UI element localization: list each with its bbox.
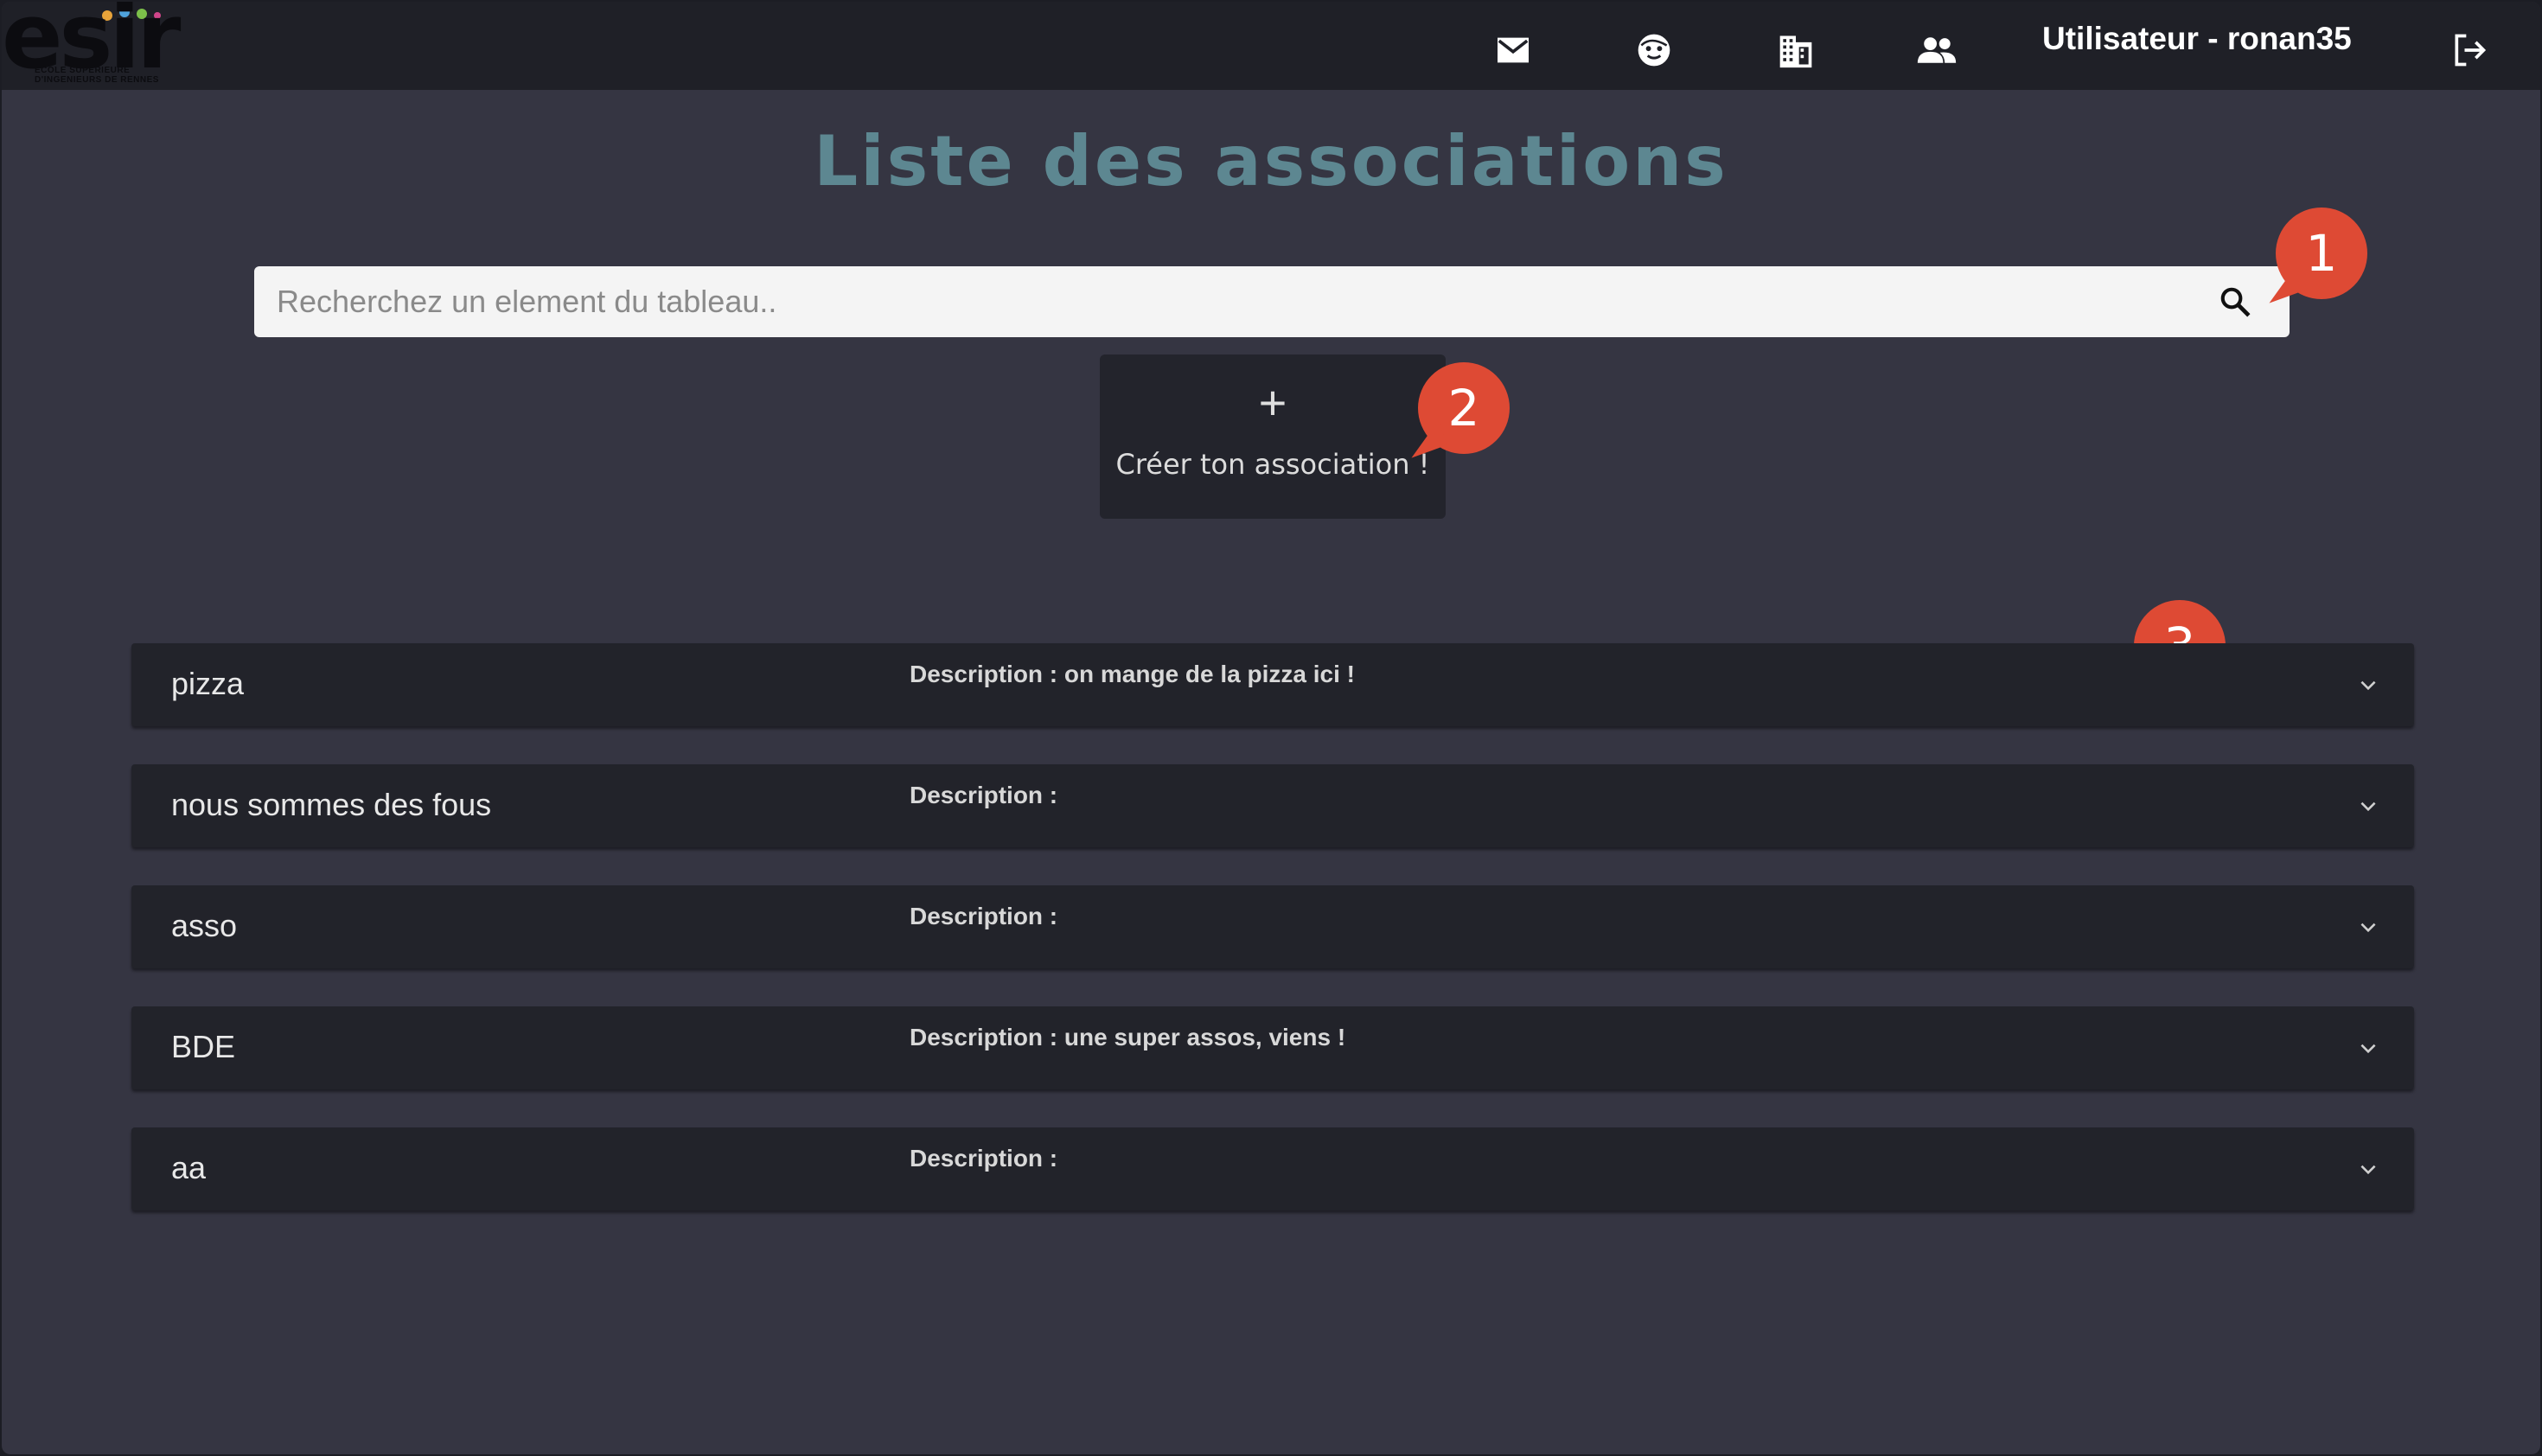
app-window: esir ECOLE SUPERIEURE D'INGENIEURS DE RE… — [2, 2, 2540, 1454]
association-description: Description : — [910, 903, 1058, 929]
page-title: Liste des associations — [814, 121, 1728, 201]
callout-badge-1: 1 — [2276, 208, 2367, 299]
search-bar — [254, 266, 2290, 337]
esir-logo[interactable]: esir ECOLE SUPERIEURE D'INGENIEURS DE RE… — [2, 2, 188, 88]
association-row-aa[interactable]: aa Description : — [131, 1127, 2414, 1210]
plus-icon: + — [1258, 375, 1287, 430]
chevron-down-icon[interactable] — [2357, 1159, 2379, 1181]
create-association-label: Créer ton association ! — [1115, 448, 1430, 481]
association-name: BDE — [171, 1029, 236, 1064]
association-row-pizza[interactable]: pizza Description : on mange de la pizza… — [131, 643, 2414, 726]
association-description: Description : une super assos, viens ! — [910, 1024, 1346, 1050]
building-icon[interactable] — [1772, 26, 1820, 74]
search-input[interactable] — [254, 266, 2191, 337]
face-icon[interactable] — [1630, 26, 1678, 74]
mail-icon[interactable] — [1489, 26, 1537, 74]
logo-subtitle: ECOLE SUPERIEURE D'INGENIEURS DE RENNES — [35, 66, 159, 85]
association-name: aa — [171, 1150, 207, 1185]
top-navbar: esir ECOLE SUPERIEURE D'INGENIEURS DE RE… — [2, 2, 2540, 90]
association-description: Description : — [910, 1145, 1058, 1172]
association-description: Description : on mange de la pizza ici ! — [910, 661, 1355, 687]
chevron-down-icon[interactable] — [2357, 1038, 2379, 1060]
user-label: Utilisateur - ronan35 — [2042, 21, 2352, 56]
association-name: nous sommes des fous — [171, 787, 492, 822]
association-row-fous[interactable]: nous sommes des fous Description : — [131, 764, 2414, 847]
search-icon[interactable] — [2215, 282, 2255, 322]
group-icon[interactable] — [1913, 26, 1961, 74]
callout-badge-2: 2 — [1418, 362, 1510, 454]
association-description: Description : — [910, 782, 1058, 808]
create-association-button[interactable]: + Créer ton association ! — [1100, 354, 1446, 519]
chevron-down-icon[interactable] — [2357, 916, 2379, 939]
association-row-asso[interactable]: asso Description : — [131, 885, 2414, 968]
association-name: pizza — [171, 666, 245, 701]
association-name: asso — [171, 908, 238, 943]
logout-icon[interactable] — [2445, 26, 2494, 74]
chevron-down-icon[interactable] — [2357, 795, 2379, 818]
association-row-bde[interactable]: BDE Description : une super assos, viens… — [131, 1006, 2414, 1089]
chevron-down-icon[interactable] — [2357, 674, 2379, 697]
